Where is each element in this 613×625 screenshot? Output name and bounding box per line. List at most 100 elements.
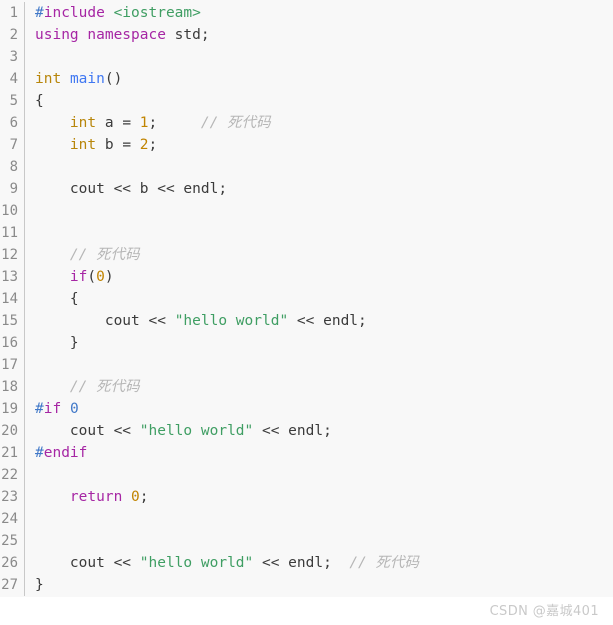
code-token-comment: // 死代码 bbox=[69, 379, 140, 395]
code-line[interactable]: 14 { bbox=[0, 288, 613, 310]
code-line-text[interactable]: #if 0 bbox=[25, 398, 613, 420]
code-line[interactable]: 19 #if 0 bbox=[0, 398, 613, 420]
line-number: 21 bbox=[1, 445, 18, 461]
line-number: 11 bbox=[1, 225, 18, 241]
code-line[interactable]: 4 int main() bbox=[0, 68, 613, 90]
line-number: 5 bbox=[9, 93, 18, 109]
code-line-text[interactable]: } bbox=[25, 574, 613, 596]
code-line[interactable]: 13 if(0) bbox=[0, 266, 613, 288]
code-line[interactable]: 3 bbox=[0, 46, 613, 68]
code-line[interactable]: 10 bbox=[0, 200, 613, 222]
code-token-comment: // 死代码 bbox=[200, 115, 271, 131]
code-token-plain: } bbox=[35, 577, 44, 593]
code-token-pre: if bbox=[43, 401, 62, 417]
code-line[interactable]: 27} bbox=[0, 574, 613, 596]
line-number: 3 bbox=[9, 49, 18, 65]
code-token-type: int bbox=[69, 115, 97, 131]
code-token-plain: << endl; bbox=[288, 313, 367, 329]
code-line-text[interactable]: int main() bbox=[25, 68, 613, 90]
code-line-text[interactable]: #include <iostream> bbox=[25, 2, 613, 24]
code-line-text[interactable]: int b = 2; bbox=[25, 134, 613, 156]
code-token-func: main bbox=[69, 71, 105, 87]
code-token-plain: << endl; bbox=[253, 423, 332, 439]
code-line[interactable]: 26 cout << "hello world" << endl; // 死代码 bbox=[0, 552, 613, 574]
code-line[interactable]: 2 using namespace std; bbox=[0, 24, 613, 46]
code-line-text[interactable]: return 0; bbox=[25, 486, 613, 508]
code-line[interactable]: 1 #include <iostream> bbox=[0, 2, 613, 24]
code-line[interactable]: 5{ bbox=[0, 90, 613, 112]
code-token-string: "hello world" bbox=[139, 423, 254, 439]
line-number: 9 bbox=[9, 181, 18, 197]
code-token-pre: endif bbox=[43, 445, 88, 461]
code-line-text[interactable]: // 死代码 bbox=[25, 376, 613, 398]
code-token-plain: std; bbox=[165, 27, 210, 43]
code-line-text[interactable]: { bbox=[25, 90, 613, 112]
code-line-text[interactable]: cout << "hello world" << endl; bbox=[25, 420, 613, 442]
code-line-text[interactable] bbox=[25, 156, 613, 178]
code-line[interactable]: 24 bbox=[0, 508, 613, 530]
code-token-plain: cout << bbox=[35, 555, 140, 571]
code-line-text[interactable]: // 死代码 bbox=[25, 244, 613, 266]
code-line-text[interactable]: { bbox=[25, 288, 613, 310]
code-line-text[interactable]: #endif bbox=[25, 442, 613, 464]
code-token-keyword: using namespace bbox=[35, 27, 166, 43]
code-line-text[interactable] bbox=[25, 222, 613, 244]
line-number: 15 bbox=[1, 313, 18, 329]
csdn-watermark: CSDN @嘉城401 bbox=[489, 604, 599, 619]
code-token-number: 0 bbox=[131, 489, 140, 505]
line-number: 1 bbox=[9, 5, 18, 21]
line-number: 23 bbox=[1, 489, 18, 505]
code-screenshot: 1 #include <iostream> 2 using namespace std… bbox=[0, 0, 613, 625]
code-line-text[interactable]: cout << "hello world" << endl; // 死代码 bbox=[25, 552, 613, 574]
code-token-type: int bbox=[69, 137, 97, 153]
code-token-plain: } bbox=[35, 335, 79, 351]
code-line[interactable]: 16 } bbox=[0, 332, 613, 354]
line-number: 7 bbox=[9, 137, 18, 153]
line-number: 24 bbox=[1, 511, 18, 527]
code-line[interactable]: 21 #endif bbox=[0, 442, 613, 464]
code-line[interactable]: 23 return 0; bbox=[0, 486, 613, 508]
code-token-numblue: 0 bbox=[69, 401, 79, 417]
line-number: 8 bbox=[9, 159, 18, 175]
code-line-text[interactable] bbox=[25, 200, 613, 222]
line-number: 13 bbox=[1, 269, 18, 285]
code-line-text[interactable]: cout << b << endl; bbox=[25, 178, 613, 200]
code-line[interactable]: 18 // 死代码 bbox=[0, 376, 613, 398]
code-line-text[interactable]: int a = 1; // 死代码 bbox=[25, 112, 613, 134]
code-token-hash: # bbox=[35, 401, 44, 417]
code-line-text[interactable] bbox=[25, 354, 613, 376]
code-token-plain: ; bbox=[139, 489, 149, 505]
code-line-text[interactable] bbox=[25, 464, 613, 486]
code-line[interactable]: 17 bbox=[0, 354, 613, 376]
code-token-number: 2 bbox=[139, 137, 149, 153]
code-token-header: <iostream> bbox=[113, 5, 201, 21]
code-line[interactable]: 8 bbox=[0, 156, 613, 178]
line-number: 4 bbox=[9, 71, 18, 87]
code-line[interactable]: 6 int a = 1; // 死代码 bbox=[0, 112, 613, 134]
code-token-plain: { bbox=[35, 291, 79, 307]
code-line-text[interactable] bbox=[25, 46, 613, 68]
line-number: 25 bbox=[1, 533, 18, 549]
code-line-text[interactable]: cout << "hello world" << endl; bbox=[25, 310, 613, 332]
code-editor-block[interactable]: 1 #include <iostream> 2 using namespace std… bbox=[0, 0, 613, 597]
code-token-comment: // 死代码 bbox=[349, 555, 420, 571]
code-lines-container[interactable]: 1 #include <iostream> 2 using namespace std… bbox=[0, 0, 613, 596]
code-line-text[interactable]: if(0) bbox=[25, 266, 613, 288]
code-line-text[interactable]: } bbox=[25, 332, 613, 354]
code-line[interactable]: 7 int b = 2; bbox=[0, 134, 613, 156]
code-line-text[interactable] bbox=[25, 508, 613, 530]
code-line[interactable]: 9 cout << b << endl; bbox=[0, 178, 613, 200]
code-line[interactable]: 20 cout << "hello world" << endl; bbox=[0, 420, 613, 442]
code-line[interactable]: 22 bbox=[0, 464, 613, 486]
code-line[interactable]: 25 bbox=[0, 530, 613, 552]
code-line[interactable]: 12 // 死代码 bbox=[0, 244, 613, 266]
code-line-text[interactable] bbox=[25, 530, 613, 552]
code-token-number: 1 bbox=[139, 115, 149, 131]
code-line[interactable]: 15 cout << "hello world" << endl; bbox=[0, 310, 613, 332]
code-line[interactable]: 11 bbox=[0, 222, 613, 244]
code-line-text[interactable]: using namespace std; bbox=[25, 24, 613, 46]
